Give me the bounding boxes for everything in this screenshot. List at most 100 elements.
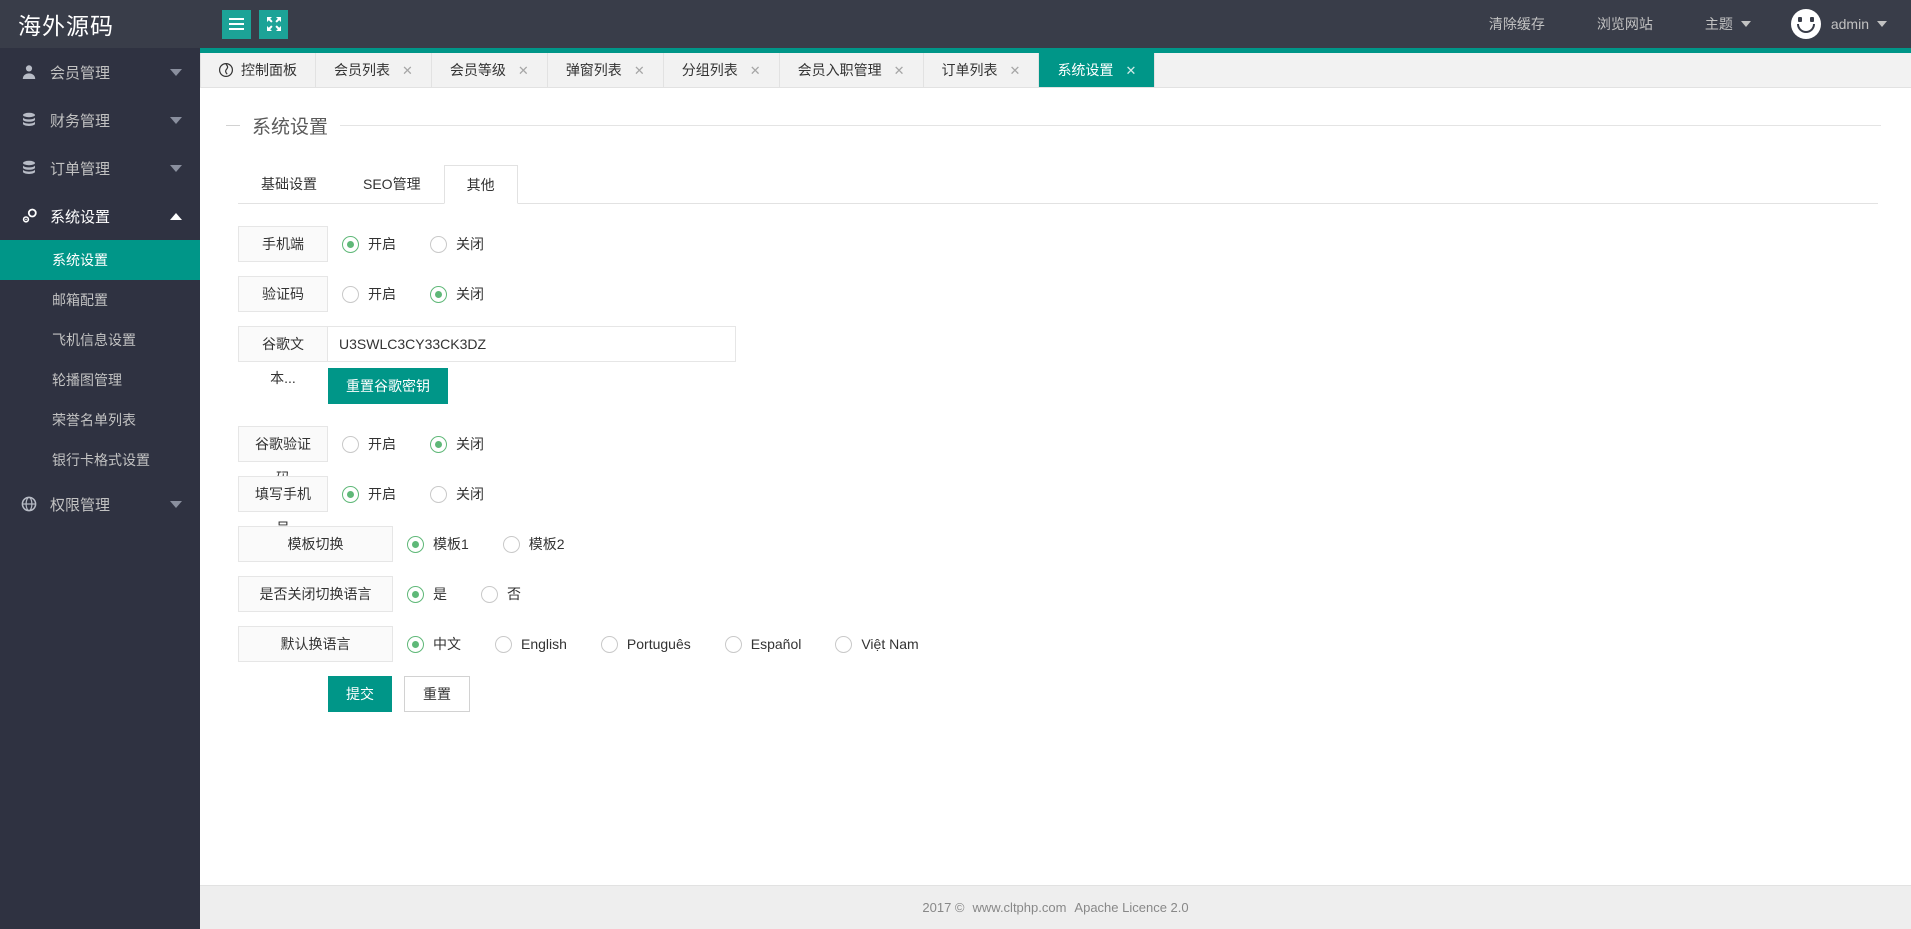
reset-button[interactable]: 重置 bbox=[404, 676, 470, 712]
tab-basic-settings[interactable]: 基础设置 bbox=[238, 164, 340, 203]
radio-captcha-off[interactable]: 关闭 bbox=[430, 284, 484, 304]
header-action-clear-cache[interactable]: 清除缓存 bbox=[1463, 0, 1571, 48]
inner-tab-label: SEO管理 bbox=[363, 175, 421, 192]
sidebar-group-permission-management[interactable]: 权限管理 bbox=[0, 480, 200, 528]
close-icon[interactable]: ✕ bbox=[1125, 64, 1136, 77]
tab-control-panel[interactable]: 控制面板 bbox=[200, 53, 316, 87]
user-menu[interactable]: admin bbox=[1777, 9, 1887, 39]
radio-label: 关闭 bbox=[456, 486, 484, 502]
form-row-default-language: 默认换语言 中文 English Português Español Việt … bbox=[238, 626, 1911, 662]
radio-dot-icon bbox=[430, 485, 447, 503]
radio-dot-icon bbox=[342, 285, 359, 303]
radio-group-captcha: 开启 关闭 bbox=[342, 276, 518, 312]
radio-label: English bbox=[521, 636, 567, 652]
google-secret-input[interactable] bbox=[328, 326, 736, 362]
close-icon[interactable]: ✕ bbox=[750, 64, 761, 77]
main-panel: 控制面板 会员列表 ✕ 会员等级 ✕ 弹窗列表 ✕ 分组列表 ✕ 会员入职管理 … bbox=[200, 48, 1911, 929]
radio-dot-icon bbox=[430, 285, 447, 303]
radio-captcha-on[interactable]: 开启 bbox=[342, 284, 396, 304]
tab-popup-list[interactable]: 弹窗列表 ✕ bbox=[548, 53, 664, 87]
close-icon[interactable]: ✕ bbox=[634, 64, 645, 77]
radio-dot-icon bbox=[342, 235, 359, 253]
hamburger-icon[interactable] bbox=[222, 9, 251, 39]
tab-member-level[interactable]: 会员等级 ✕ bbox=[432, 53, 548, 87]
footer: 2017 © www.cltphp.com Apache Licence 2.0 bbox=[200, 885, 1911, 929]
sidebar-group-finance-management[interactable]: 财务管理 bbox=[0, 96, 200, 144]
field-label: 模板切换 bbox=[238, 526, 393, 562]
content-area: 系统设置 基础设置 SEO管理 其他 手机端 开启 关闭 验证码 开启 关闭 谷… bbox=[200, 88, 1911, 712]
tab-label: 会员列表 bbox=[334, 62, 390, 78]
tab-label: 弹窗列表 bbox=[565, 62, 622, 78]
radio-mobile-terminal-on[interactable]: 开启 bbox=[342, 234, 396, 254]
tab-order-list[interactable]: 订单列表 ✕ bbox=[924, 53, 1040, 87]
radio-dot-icon bbox=[600, 635, 618, 653]
submit-button[interactable]: 提交 bbox=[328, 676, 392, 712]
tab-system-settings[interactable]: 系统设置 ✕ bbox=[1039, 53, 1156, 87]
radio-label: Español bbox=[750, 636, 802, 652]
sidebar-group-system-settings[interactable]: 系统设置 bbox=[0, 192, 200, 240]
radio-language-portuguese[interactable]: Português bbox=[600, 635, 691, 653]
radio-fill-phone-off[interactable]: 关闭 bbox=[430, 484, 484, 504]
radio-dot-icon bbox=[481, 585, 498, 603]
radio-label: Việt Nam bbox=[861, 636, 919, 652]
sidebar-item-airplane-info-settings[interactable]: 飞机信息设置 bbox=[0, 320, 200, 360]
field-label: 默认换语言 bbox=[238, 626, 393, 662]
radio-language-vietnamese[interactable]: Việt Nam bbox=[835, 635, 919, 653]
radio-language-spanish[interactable]: Español bbox=[724, 635, 802, 653]
sidebar-group-label: 权限管理 bbox=[50, 496, 111, 514]
radio-dot-icon bbox=[430, 235, 447, 253]
radio-dot-icon bbox=[495, 635, 512, 653]
tab-group-list[interactable]: 分组列表 ✕ bbox=[664, 53, 780, 87]
radio-dot-icon bbox=[724, 635, 742, 653]
radio-language-english[interactable]: English bbox=[495, 635, 567, 653]
tab-member-list[interactable]: 会员列表 ✕ bbox=[316, 53, 432, 87]
radio-disable-lang-no[interactable]: 否 bbox=[481, 584, 521, 604]
sidebar-item-label: 银行卡格式设置 bbox=[52, 452, 150, 468]
radio-label: 否 bbox=[507, 586, 521, 602]
radio-group-default-language: 中文 English Português Español Việt Nam bbox=[407, 626, 953, 662]
sidebar-group-label: 会员管理 bbox=[50, 64, 111, 82]
sidebar-group-order-management[interactable]: 订单管理 bbox=[0, 144, 200, 192]
sidebar-item-bank-card-format-settings[interactable]: 银行卡格式设置 bbox=[0, 440, 200, 480]
footer-year: 2017 © bbox=[922, 900, 965, 915]
tab-member-onboarding[interactable]: 会员入职管理 ✕ bbox=[780, 53, 924, 87]
chevron-down-icon bbox=[170, 164, 182, 172]
radio-template-1[interactable]: 模板1 bbox=[407, 534, 469, 554]
page-title-label: 系统设置 bbox=[252, 116, 329, 138]
tab-label: 系统设置 bbox=[1057, 62, 1114, 78]
close-icon[interactable]: ✕ bbox=[1010, 64, 1021, 77]
sidebar-item-email-config[interactable]: 邮箱配置 bbox=[0, 280, 200, 320]
field-label: 填写手机号 bbox=[238, 476, 328, 536]
field-label: 验证码 bbox=[238, 276, 328, 312]
radio-language-chinese[interactable]: 中文 bbox=[407, 634, 461, 654]
chevron-down-icon bbox=[170, 500, 182, 508]
sidebar-item-label: 系统设置 bbox=[52, 252, 108, 268]
radio-mobile-terminal-off[interactable]: 关闭 bbox=[430, 234, 484, 254]
tab-label: 会员等级 bbox=[449, 62, 506, 78]
close-icon[interactable]: ✕ bbox=[894, 64, 905, 77]
radio-google-captcha-off[interactable]: 关闭 bbox=[430, 434, 484, 454]
sidebar-item-carousel-management[interactable]: 轮播图管理 bbox=[0, 360, 200, 400]
database-icon bbox=[18, 112, 40, 128]
sidebar-item-system-settings[interactable]: 系统设置 bbox=[0, 240, 200, 280]
radio-google-captcha-on[interactable]: 开启 bbox=[342, 434, 396, 454]
radio-disable-lang-yes[interactable]: 是 bbox=[407, 584, 447, 604]
radio-fill-phone-on[interactable]: 开启 bbox=[342, 484, 396, 504]
close-icon[interactable]: ✕ bbox=[402, 64, 413, 77]
fullscreen-icon[interactable] bbox=[259, 9, 288, 39]
sidebar-group-member-management[interactable]: 会员管理 bbox=[0, 48, 200, 96]
tab-seo-management[interactable]: SEO管理 bbox=[340, 164, 444, 203]
header-action-visit-site[interactable]: 浏览网站 bbox=[1571, 0, 1679, 48]
sidebar-group-label: 订单管理 bbox=[50, 160, 111, 178]
close-icon[interactable]: ✕ bbox=[518, 64, 529, 77]
radio-group-fill-phone-number: 开启 关闭 bbox=[342, 476, 518, 512]
radio-template-2[interactable]: 模板2 bbox=[502, 534, 565, 554]
header-action-theme[interactable]: 主题 bbox=[1679, 0, 1777, 48]
sidebar-item-honor-list[interactable]: 荣誉名单列表 bbox=[0, 400, 200, 440]
tab-bar: 控制面板 会员列表 ✕ 会员等级 ✕ 弹窗列表 ✕ 分组列表 ✕ 会员入职管理 … bbox=[200, 48, 1911, 88]
radio-dot-icon bbox=[502, 535, 520, 553]
tab-other[interactable]: 其他 bbox=[443, 165, 518, 204]
header-action-label: 主题 bbox=[1704, 16, 1733, 32]
page-title: 系统设置 bbox=[226, 110, 1911, 140]
reset-google-key-button[interactable]: 重置谷歌密钥 bbox=[328, 368, 448, 404]
